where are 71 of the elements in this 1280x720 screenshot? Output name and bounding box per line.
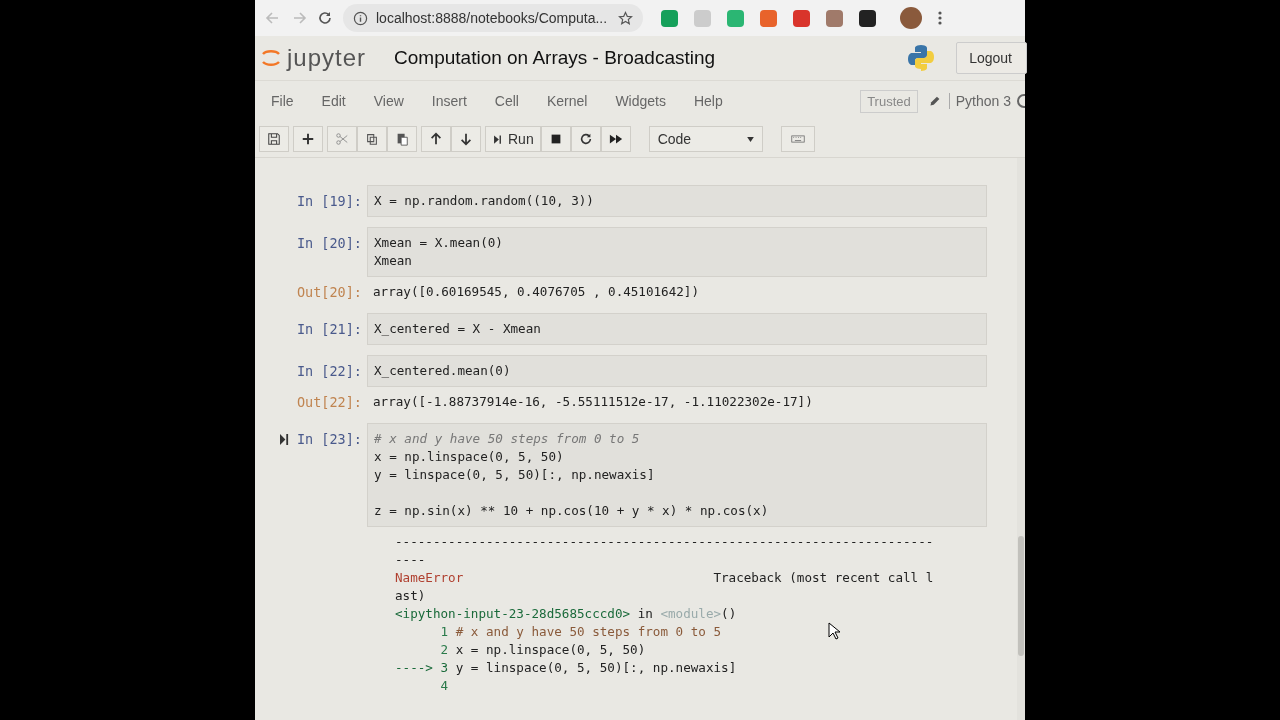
keyboard-icon (790, 132, 805, 146)
run-button[interactable]: Run (485, 126, 541, 152)
save-button[interactable] (259, 126, 289, 152)
menu-item[interactable]: File (271, 93, 294, 109)
traceback-line: 4 (439, 677, 449, 695)
fast-forward-button[interactable] (600, 126, 631, 152)
cell-type-dropdown[interactable]: Code (648, 126, 763, 152)
code-cell[interactable]: X_centered = X - Xmean (367, 313, 987, 345)
scrollbar-thumb[interactable] (1018, 536, 1024, 656)
menu-item[interactable]: Widgets (615, 93, 666, 109)
output-prompt: Out[22]: (296, 394, 362, 410)
cell-output: array([0.60169545, 0.4076705 , 0.45101642]) (372, 283, 701, 301)
caret-icon (746, 136, 754, 142)
star-icon[interactable] (618, 10, 633, 26)
traceback-line: <ipython-input-23-28d5685cccd0> in <module>() (395, 605, 737, 623)
plus-icon (301, 132, 315, 146)
traceback-line: 1 # x and y have 50 steps from 0 to 5 (439, 623, 722, 641)
traceback-line: 2 x = np.linspace(0, 5, 50) (439, 641, 646, 659)
fast-forward-icon (608, 132, 623, 146)
traceback-line: ---- (395, 551, 426, 569)
extension-icon[interactable] (859, 9, 876, 27)
input-prompt: In [20]: (296, 235, 362, 251)
traceback-line: ----------------------------------------------------------------------- (395, 533, 934, 551)
output-prompt: Out[20]: (296, 284, 362, 300)
menu-item[interactable]: Kernel (546, 93, 588, 109)
input-prompt: In [21]: (296, 321, 362, 337)
notebook-title[interactable]: Computation on Arrays - Broadcasting (394, 47, 907, 69)
info-icon (353, 10, 368, 26)
add-cell-button[interactable] (293, 126, 323, 152)
menu-item[interactable]: Help (693, 93, 723, 109)
move-down-button[interactable] (451, 126, 481, 152)
traceback-line: NameError Traceback (most recent call l (395, 569, 934, 587)
reload-icon[interactable] (317, 10, 333, 26)
step-icon (492, 133, 503, 145)
menu-item[interactable]: Insert (431, 93, 467, 109)
move-up-button[interactable] (421, 126, 451, 152)
input-prompt: In [23]: (296, 431, 362, 447)
mouse-cursor-icon (828, 622, 840, 640)
url-text: localhost:8888/notebooks/Computa... (376, 10, 609, 26)
logout-button[interactable]: Logout (956, 42, 1027, 74)
kernel-name[interactable]: Python 3 (948, 93, 1011, 109)
code-cell[interactable]: # x and y have 50 steps from 0 to 5 x = np.linspace(0, 5, 50) y = linspace(0, 5, 50)[:, np.newaxis] z = np.sin(x) ** 10 + np.cos(10 + y * x) * np.cos(x) (367, 423, 987, 527)
code-cell[interactable]: Xmean = X.mean(0) Xmean (367, 227, 987, 277)
input-prompt: In [19]: (296, 193, 362, 209)
code-cell[interactable]: X = np.random.random((10, 3)) (367, 185, 987, 217)
traceback-line: ast) (395, 587, 426, 605)
menu-item[interactable]: Edit (321, 93, 346, 109)
pencil-icon[interactable] (927, 94, 941, 108)
restart-button[interactable] (570, 126, 601, 152)
menu-item[interactable]: Cell (494, 93, 519, 109)
menu-icon[interactable] (938, 10, 942, 26)
cell-output: array([-1.88737914e-16, -5.55111512e-17, -1.11022302e-17]) (372, 393, 814, 411)
save-icon (267, 132, 281, 146)
run-indicator-icon[interactable] (279, 433, 289, 445)
avatar-icon[interactable] (900, 7, 922, 29)
code-cell[interactable]: X_centered.mean(0) (367, 355, 987, 387)
arrow-down-icon (459, 132, 473, 146)
paste-button[interactable] (387, 126, 417, 152)
input-prompt: In [22]: (296, 363, 362, 379)
traceback-line: ----> 3 y = linspace(0, 5, 50)[:, np.newaxis] (395, 659, 737, 677)
scissors-icon (335, 132, 349, 146)
menu-item[interactable]: View (373, 93, 404, 109)
reload-icon (578, 132, 593, 146)
jupyter-logo-text[interactable]: jupyter (287, 44, 367, 72)
arrow-up-icon (429, 132, 443, 146)
paste-icon (395, 132, 409, 146)
copy-icon (365, 132, 379, 146)
stop-button[interactable] (540, 126, 571, 152)
copy-button[interactable] (357, 126, 387, 152)
address-bar[interactable]: localhost:8888/notebooks/Computa... (343, 4, 643, 32)
python-logo-icon (906, 43, 937, 73)
